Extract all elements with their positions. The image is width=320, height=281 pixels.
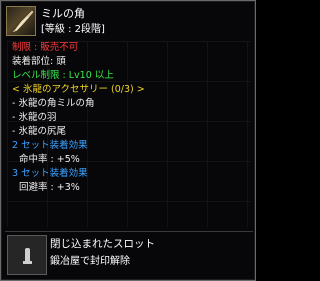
horn-icon <box>6 6 36 36</box>
sale-restriction: 制限 : 販売不可 <box>12 42 79 53</box>
set-bonus-2-label: 2 セット装着効果 <box>12 140 88 151</box>
item-name: ミルの角 <box>41 7 85 20</box>
locked-slot-title: 閉じ込まれたスロット <box>50 238 155 250</box>
set-bonus-3-value: 回避率 : +3% <box>19 182 80 193</box>
set-name: < 氷龍のアクセサリー (0/3) > <box>12 84 145 95</box>
set-bonus-2-value: 命中率 : +5% <box>19 154 80 165</box>
level-requirement: レベル制限 : Lv10 以上 <box>12 70 114 81</box>
divider <box>5 231 253 232</box>
set-bonus-3-label: 3 セット装着効果 <box>12 168 88 179</box>
equip-slot: 装着部位: 頭 <box>12 56 66 67</box>
set-item: - 氷龍の角ミルの角 <box>12 98 95 109</box>
item-grade: [等級 : 2段階] <box>41 24 105 35</box>
set-item: - 氷龍の羽 <box>12 112 57 123</box>
locked-slot-icon <box>7 235 47 275</box>
locked-slot-hint: 鍛冶屋で封印解除 <box>50 256 130 267</box>
key-icon <box>23 248 32 264</box>
set-item: - 氷龍の尻尾 <box>12 126 66 137</box>
item-tooltip: ミルの角 [等級 : 2段階] 制限 : 販売不可 装着部位: 頭 レベル制限 … <box>0 0 256 281</box>
